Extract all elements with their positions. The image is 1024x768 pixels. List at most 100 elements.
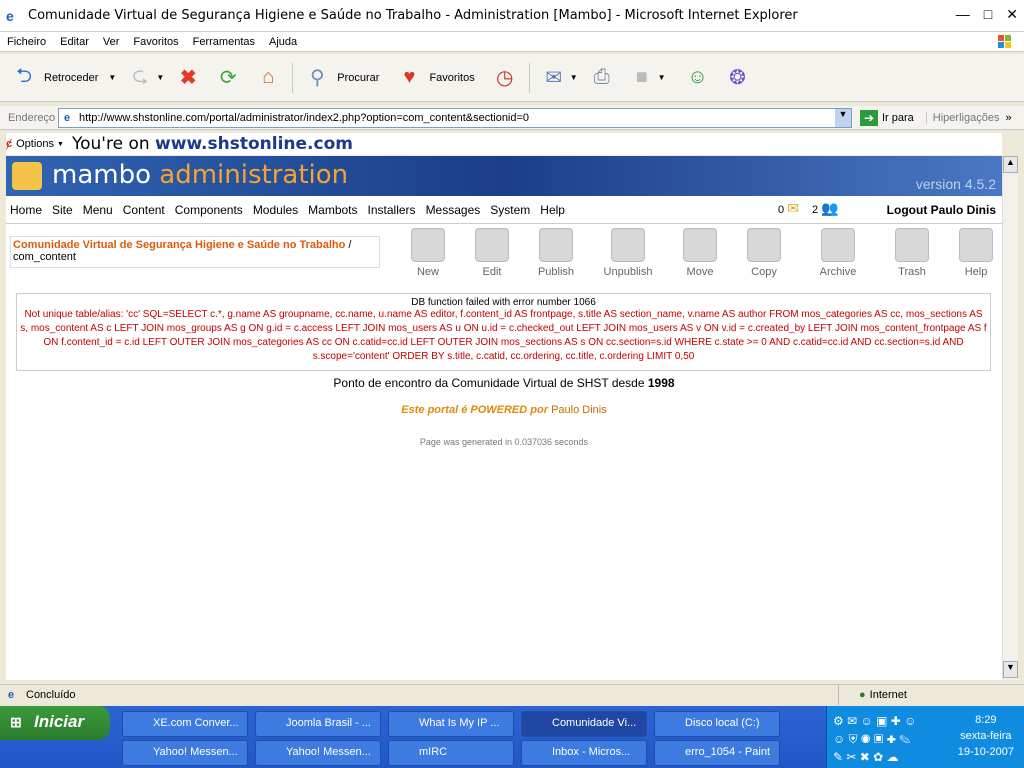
menu-home[interactable]: Home — [6, 203, 48, 217]
task-comunidade[interactable]: Comunidade Vi... — [521, 711, 647, 737]
task-yahoo-2[interactable]: Yahoo! Messen... — [255, 740, 381, 766]
menu-ver[interactable]: Ver — [96, 36, 127, 48]
search-button[interactable]: ⚲ Procurar — [301, 62, 380, 94]
menu-favoritos[interactable]: Favoritos — [126, 36, 185, 48]
menu-help[interactable]: Help — [536, 203, 571, 217]
task-mirc[interactable]: mIRC — [388, 740, 514, 766]
task-disco[interactable]: Disco local (C:) — [654, 711, 780, 737]
footer-powered: Este portal é POWERED por Paulo Dinis — [401, 404, 607, 416]
chevron-down-icon[interactable]: ▼ — [108, 73, 116, 82]
edit-button[interactable]: ■ ▼ — [626, 62, 666, 94]
trash-button[interactable]: Trash — [880, 228, 944, 278]
favorites-button[interactable]: ♥ Favoritos — [393, 62, 475, 94]
breadcrumb-site[interactable]: Comunidade Virtual de Segurança Higiene … — [13, 239, 345, 251]
mail-icon[interactable]: ✉ — [787, 200, 799, 216]
menu-site[interactable]: Site — [48, 203, 79, 217]
chevron-down-icon[interactable]: ▼ — [156, 73, 164, 82]
task-whatismyip[interactable]: What Is My IP ... — [388, 711, 514, 737]
scroll-up-arrow[interactable]: ▲ — [1003, 156, 1018, 173]
author-link[interactable]: Paulo Dinis — [551, 404, 607, 416]
tray-icons[interactable]: ⚙ ✉ ☺ ▣ ✚ ☺ ☺ ⛨ ◉ ▣ ✚ ✎ ✎ ✂ ✖ ✿ ☁ — [833, 712, 943, 764]
clock-day: sexta-feira — [960, 730, 1012, 742]
menu-ficheiro[interactable]: Ficheiro — [0, 36, 53, 48]
messenger-button[interactable]: ☺ — [682, 62, 714, 94]
menu-ferramentas[interactable]: Ferramentas — [186, 36, 262, 48]
scroll-down-arrow[interactable]: ▼ — [1003, 661, 1018, 678]
links-label[interactable]: Hiperligações — [925, 111, 999, 124]
users-count: 2 — [811, 204, 819, 216]
address-url[interactable]: http://www.shstonline.com/portal/adminis… — [75, 112, 835, 124]
close-button[interactable]: ✕ — [1006, 6, 1018, 23]
research-button[interactable]: ❂ — [722, 62, 754, 94]
home-icon: ⌂ — [262, 66, 275, 88]
unpublish-button[interactable]: Unpublish — [588, 228, 668, 278]
home-button[interactable]: ⌂ — [252, 62, 284, 94]
go-button[interactable]: ➔ Ir para — [860, 109, 914, 126]
copy-icon — [747, 228, 781, 262]
menu-editar[interactable]: Editar — [53, 36, 96, 48]
refresh-icon: ⟳ — [219, 67, 237, 89]
users-icon[interactable]: 👥 — [821, 200, 838, 216]
options-menu[interactable]: Options — [16, 138, 54, 150]
chevron-down-icon[interactable]: ▼ — [57, 141, 64, 148]
task-joomla[interactable]: Joomla Brasil - ... — [255, 711, 381, 737]
edit-icon — [475, 228, 509, 262]
forward-button[interactable]: ⮎ ▼ — [124, 62, 164, 94]
history-button[interactable]: ◷ — [489, 62, 521, 94]
copy-button[interactable]: Copy — [732, 228, 796, 278]
refresh-button[interactable]: ⟳ — [212, 62, 244, 94]
mambo-header: mambo administration version 4.5.2 — [6, 156, 1002, 196]
chevron-right-icon[interactable]: » — [1005, 112, 1011, 124]
publish-button[interactable]: Publish — [524, 228, 588, 278]
menu-system[interactable]: System — [486, 203, 536, 217]
windows-logo-icon — [998, 35, 1011, 48]
footer-generated: Page was generated in 0.037036 seconds — [419, 437, 589, 447]
clock-time: 8:29 — [975, 714, 997, 726]
address-dropdown[interactable]: ▼ — [835, 108, 851, 127]
history-clock-icon: ◷ — [495, 67, 514, 89]
mail-button[interactable]: ✉ ▼ — [538, 62, 578, 94]
task-yahoo-1[interactable]: Yahoo! Messen... — [122, 740, 248, 766]
new-button[interactable]: New — [396, 228, 460, 278]
help-button[interactable]: Help — [944, 228, 1002, 278]
print-button[interactable]: ⎙ — [586, 62, 618, 94]
menu-content[interactable]: Content — [119, 203, 171, 217]
mambo-menu: Home Site Menu Content Components Module… — [6, 196, 1002, 224]
menu-messages[interactable]: Messages — [422, 203, 487, 217]
messenger-icon: ☺ — [687, 66, 708, 88]
clock-date: 19-10-2007 — [957, 746, 1014, 758]
stop-button[interactable]: ✖ — [172, 62, 204, 94]
start-button[interactable]: ⊞ Iniciar — [0, 706, 110, 740]
status-counts: 0 ✉ 2 👥 — [778, 200, 839, 217]
trash-icon — [895, 228, 929, 262]
move-button[interactable]: Move — [668, 228, 732, 278]
task-inbox[interactable]: Inbox - Micros... — [521, 740, 647, 766]
minimize-button[interactable]: — — [956, 6, 970, 23]
menu-ajuda[interactable]: Ajuda — [262, 36, 304, 48]
task-paint[interactable]: erro_1054 - Paint — [654, 740, 780, 766]
edit-button[interactable]: Edit — [460, 228, 524, 278]
logout-link[interactable]: Logout Paulo Dinis — [887, 203, 996, 217]
archive-button[interactable]: Archive — [796, 228, 880, 278]
heart-icon: ♥ — [403, 66, 416, 88]
mambo-logo-icon — [12, 162, 42, 190]
address-input[interactable]: e http://www.shstonline.com/portal/admin… — [58, 107, 852, 128]
menu-modules[interactable]: Modules — [249, 203, 304, 217]
maximize-button[interactable]: □ — [984, 6, 992, 23]
publish-icon — [539, 228, 573, 262]
vertical-scrollbar[interactable]: ▲ ▼ — [1002, 156, 1018, 680]
menu-menu[interactable]: Menu — [79, 203, 119, 217]
chevron-down-icon[interactable]: ▼ — [570, 73, 578, 82]
task-xe[interactable]: XE.com Conver... — [122, 711, 248, 737]
address-label: Endereço — [8, 111, 56, 124]
menu-installers[interactable]: Installers — [364, 203, 422, 217]
chevron-down-icon[interactable]: ▼ — [658, 73, 666, 82]
error-heading: DB function failed with error number 106… — [411, 297, 596, 308]
back-arrow-icon: ⮌ — [15, 64, 33, 87]
ie-icon: e — [6, 7, 14, 24]
back-button[interactable]: ⮌ Retroceder ▼ — [8, 62, 116, 94]
go-arrow-icon: ➔ — [860, 109, 878, 126]
menu-components[interactable]: Components — [171, 203, 249, 217]
menu-mambots[interactable]: Mambots — [304, 203, 363, 217]
options-logo-icon: ȼ — [6, 138, 13, 150]
